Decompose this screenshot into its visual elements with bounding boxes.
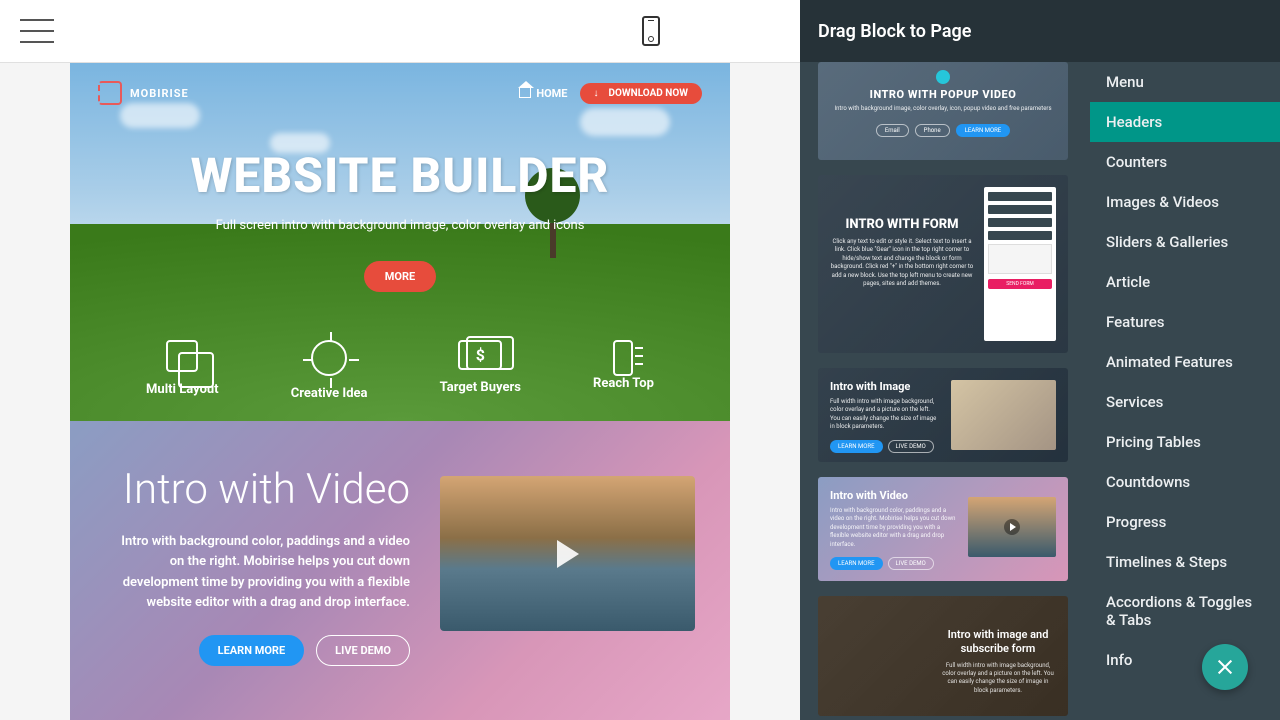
mobile-device-icon[interactable]	[642, 16, 660, 46]
layout-icon	[166, 340, 198, 372]
panel-header: Drag Block to Page	[800, 0, 1280, 62]
category-countdowns[interactable]: Countdowns	[1090, 462, 1280, 502]
category-features[interactable]: Features	[1090, 302, 1280, 342]
video-preview	[968, 497, 1056, 557]
hero-block[interactable]: MOBIRISE HOME DOWNLOAD NOW WEBSITE BUILD…	[70, 63, 730, 421]
form-preview: SEND FORM	[984, 187, 1056, 341]
hamburger-menu-icon[interactable]	[20, 19, 54, 43]
category-counters[interactable]: Counters	[1090, 142, 1280, 182]
thumb-intro-video[interactable]: Intro with Video Intro with background c…	[818, 477, 1068, 581]
category-menu[interactable]: Menu	[1090, 62, 1280, 102]
panel-title: Drag Block to Page	[818, 21, 971, 42]
topbar	[0, 0, 800, 63]
download-icon	[594, 88, 604, 98]
image-preview	[951, 380, 1056, 450]
learn-more-button[interactable]: LEARN MORE	[199, 635, 305, 666]
money-icon	[458, 340, 502, 370]
editor-main: MOBIRISE HOME DOWNLOAD NOW WEBSITE BUILD…	[0, 0, 800, 720]
category-pricing-tables[interactable]: Pricing Tables	[1090, 422, 1280, 462]
download-button[interactable]: DOWNLOAD NOW	[580, 83, 703, 104]
mobirise-logo-icon	[98, 81, 122, 105]
phone-signal-icon	[613, 340, 633, 376]
feature-target-buyers[interactable]: Target Buyers	[440, 340, 521, 401]
features-row: Multi Layout Creative Idea Target Buyers…	[70, 340, 730, 401]
category-progress[interactable]: Progress	[1090, 502, 1280, 542]
home-icon	[519, 88, 531, 98]
play-icon	[557, 540, 579, 568]
thumb-intro-popup-video[interactable]: INTRO WITH POPUP VIDEO Intro with backgr…	[818, 62, 1068, 160]
block-thumbnails-list[interactable]: INTRO WITH POPUP VIDEO Intro with backgr…	[800, 62, 1090, 720]
category-headers[interactable]: Headers	[1090, 102, 1280, 142]
category-images-videos[interactable]: Images & Videos	[1090, 182, 1280, 222]
page-canvas[interactable]: MOBIRISE HOME DOWNLOAD NOW WEBSITE BUILD…	[0, 63, 800, 720]
home-link[interactable]: HOME	[519, 87, 567, 100]
block2-desc[interactable]: Intro with background color, paddings an…	[105, 532, 410, 613]
thumb-intro-form[interactable]: INTRO WITH FORM Click any text to edit o…	[818, 175, 1068, 353]
thumb-intro-image[interactable]: Intro with Image Full width intro with i…	[818, 368, 1068, 462]
feature-creative-idea[interactable]: Creative Idea	[291, 340, 368, 401]
close-panel-button[interactable]	[1202, 644, 1248, 690]
category-animated-features[interactable]: Animated Features	[1090, 342, 1280, 382]
category-sliders-galleries[interactable]: Sliders & Galleries	[1090, 222, 1280, 262]
play-icon	[1004, 519, 1020, 535]
feature-reach-top[interactable]: Reach Top	[593, 340, 654, 401]
hero-title[interactable]: WEBSITE BUILDER	[98, 147, 702, 204]
video-thumbnail[interactable]	[440, 476, 695, 631]
blocks-panel: Drag Block to Page INTRO WITH POPUP VIDE…	[800, 0, 1280, 720]
block-nav: MOBIRISE HOME DOWNLOAD NOW	[98, 81, 702, 105]
hero-subtitle[interactable]: Full screen intro with background image,…	[98, 218, 702, 233]
feature-multi-layout[interactable]: Multi Layout	[146, 340, 219, 401]
category-article[interactable]: Article	[1090, 262, 1280, 302]
category-timelines-steps[interactable]: Timelines & Steps	[1090, 542, 1280, 582]
live-demo-button[interactable]: LIVE DEMO	[316, 635, 410, 666]
category-info[interactable]: Info	[1090, 640, 1280, 680]
badge-icon	[936, 70, 950, 84]
category-services[interactable]: Services	[1090, 382, 1280, 422]
thumb-intro-image-subscribe[interactable]: Intro with image and subscribe form Full…	[818, 596, 1068, 716]
more-button[interactable]: MORE	[364, 261, 436, 292]
block2-title[interactable]: Intro with Video	[105, 466, 410, 514]
category-list[interactable]: MenuHeadersCountersImages & VideosSlider…	[1090, 62, 1280, 720]
category-accordions-toggles-tabs[interactable]: Accordions & Toggles & Tabs	[1090, 582, 1280, 640]
sun-icon	[311, 340, 347, 376]
intro-video-block[interactable]: Intro with Video Intro with background c…	[70, 421, 730, 720]
brand-text: MOBIRISE	[130, 87, 189, 100]
